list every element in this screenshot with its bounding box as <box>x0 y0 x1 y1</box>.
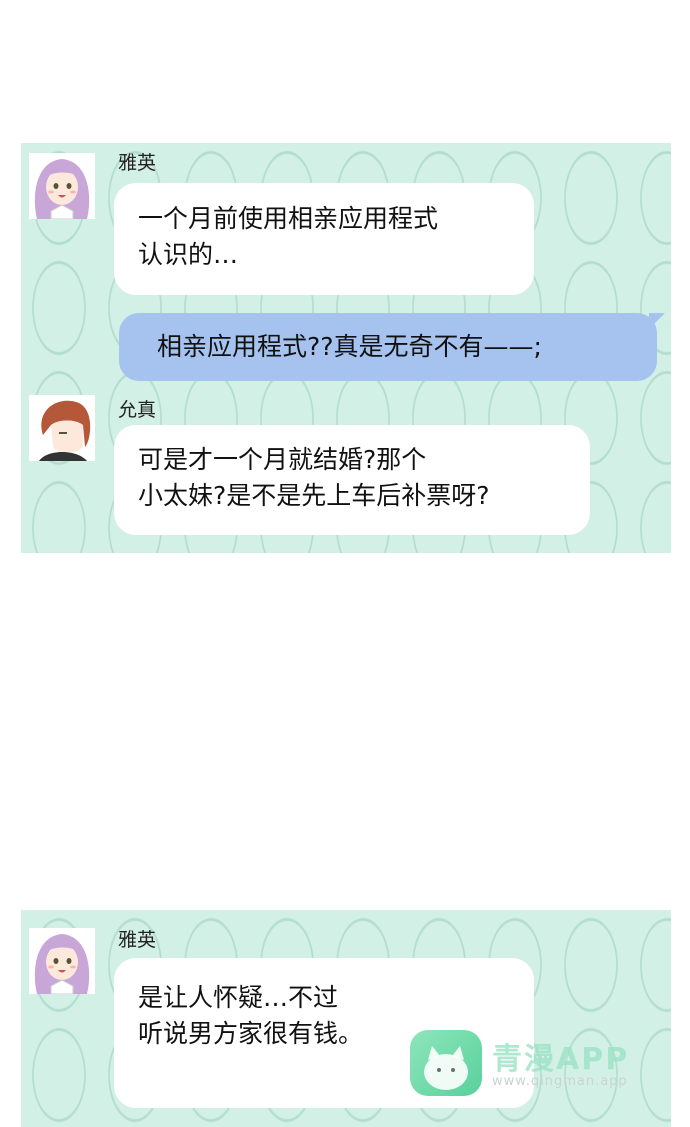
avatar-yunzhen-icon <box>29 395 95 461</box>
watermark-title: 青漫APP <box>492 1042 630 1077</box>
message-line: 小太妹?是不是先上车后补票呀? <box>138 481 490 510</box>
message-line: 认识的… <box>138 240 239 269</box>
avatar-yaying-icon <box>29 153 95 219</box>
sender-name: 雅英 <box>118 929 157 951</box>
chat-bubble-received: 一个月前使用相亲应用程式 认识的… <box>114 183 534 295</box>
message-line: 一个月前使用相亲应用程式 <box>138 204 439 233</box>
chat-panel-1: 雅英 一个月前使用相亲应用程式 认识的… 相亲应用程式??真是无奇不有——; 允… <box>21 143 671 553</box>
sender-name: 雅英 <box>118 152 157 174</box>
message-line: 可是才一个月就结婚?那个 <box>138 445 427 474</box>
message-text: 相亲应用程式??真是无奇不有——; <box>157 332 542 361</box>
watermark-url: www.qingman.app <box>492 1074 628 1089</box>
message-line: 是让人怀疑…不过 <box>138 983 339 1012</box>
sender-name: 允真 <box>118 399 157 421</box>
chat-bubble-sent: 相亲应用程式??真是无奇不有——; <box>119 313 665 381</box>
bubble-tail <box>649 313 665 329</box>
watermark: 青漫APP www.qingman.app <box>410 1030 650 1100</box>
avatar-yaying-icon <box>29 928 95 994</box>
chat-bubble-received: 可是才一个月就结婚?那个 小太妹?是不是先上车后补票呀? <box>114 425 590 535</box>
cat-icon <box>410 1030 482 1096</box>
